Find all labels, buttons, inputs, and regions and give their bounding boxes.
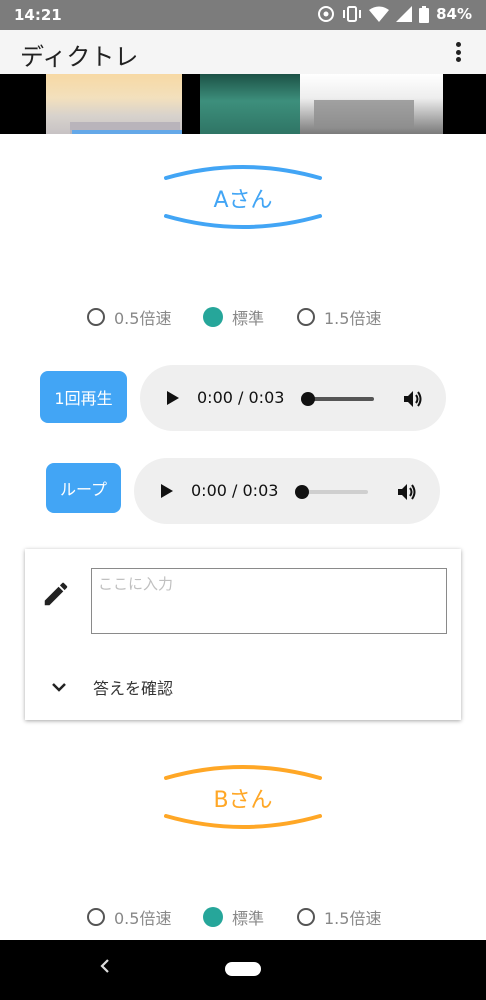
signal-icon [396,6,413,22]
speed-option-0.5[interactable]: 0.5倍速 [87,305,171,329]
speed-label: 1.5倍速 [324,309,382,328]
speed-label: 標準 [232,309,265,328]
speed-option-1.5[interactable]: 1.5倍速 [297,905,381,929]
chevron-down-icon[interactable] [51,682,67,692]
app-bar: ディクトレ [0,30,486,74]
volume-icon[interactable] [397,482,417,502]
progress-thumb[interactable] [301,392,315,406]
radio-checked-icon[interactable] [203,907,223,927]
player-time: 0:00 / 0:03 [191,481,279,500]
speaker-a-speed-selector: 0.5倍速 標準 1.5倍速 [0,305,486,329]
radio-icon[interactable] [87,908,105,926]
progress-thumb[interactable] [295,485,309,499]
player-time: 0:00 / 0:03 [197,388,285,407]
speaker-a-header: Aさん [163,160,323,234]
speaker-b-speed-selector: 0.5倍速 標準 1.5倍速 [0,905,486,929]
speed-option-1.5[interactable]: 1.5倍速 [297,305,381,329]
confirm-answer-label[interactable]: 答えを確認 [93,675,173,699]
speed-label: 0.5倍速 [114,909,172,928]
play-icon[interactable] [167,391,179,405]
progress-track[interactable] [306,397,374,401]
progress-track[interactable] [300,490,368,494]
more-vert-icon[interactable] [448,40,468,64]
answer-input[interactable] [91,568,447,634]
speaker-b-header: Bさん [163,760,323,834]
confirm-answer-toggle[interactable]: 答えを確認 [51,675,173,699]
answer-card: 答えを確認 [25,549,461,720]
radio-icon[interactable] [297,908,315,926]
vibrate-icon [343,6,362,22]
status-bar: 14:21 84% [0,0,486,30]
header-image [0,74,486,134]
app-title: ディクトレ [20,43,139,71]
speaker-a-name: Aさん [213,188,273,213]
battery-level: 84% [436,5,472,23]
audio-player-once: 0:00 / 0:03 [140,365,446,431]
sync-icon [318,6,335,22]
pencil-icon [44,582,68,606]
volume-icon[interactable] [403,389,423,409]
play-once-button[interactable]: 1回再生 [40,371,127,423]
status-time: 14:21 [14,6,62,24]
speed-option-normal[interactable]: 標準 [203,905,264,929]
speaker-b-name: Bさん [213,788,273,813]
speed-option-normal[interactable]: 標準 [203,305,264,329]
audio-player-loop: 0:00 / 0:03 [134,458,440,524]
radio-icon[interactable] [87,308,105,326]
speed-option-0.5[interactable]: 0.5倍速 [87,905,171,929]
radio-icon[interactable] [297,308,315,326]
speed-label: 1.5倍速 [324,909,382,928]
home-pill-icon[interactable] [225,962,261,976]
wifi-icon [369,6,390,22]
battery-icon [419,5,430,23]
back-icon[interactable] [100,958,110,974]
play-icon[interactable] [161,484,173,498]
status-icons: 84% [317,5,472,23]
speed-label: 標準 [232,909,265,928]
loop-button[interactable]: ループ [46,463,121,513]
speed-label: 0.5倍速 [114,309,172,328]
radio-checked-icon[interactable] [203,307,223,327]
